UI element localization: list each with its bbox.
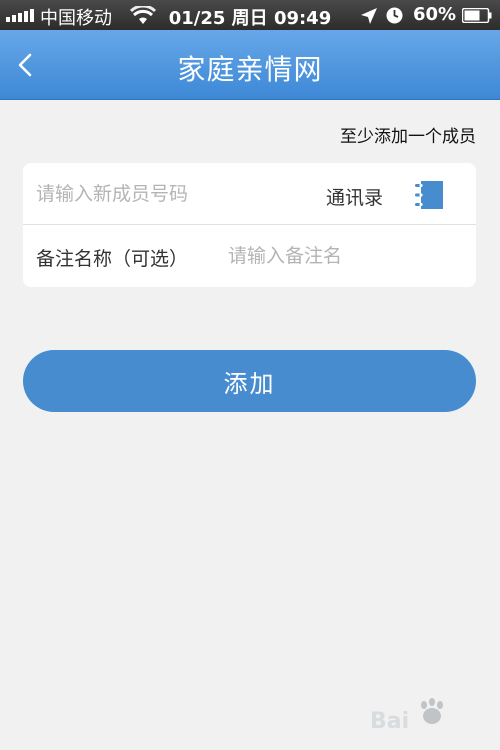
- battery-percentage: 60%: [413, 4, 457, 25]
- contact-book-icon[interactable]: [413, 179, 445, 211]
- nav-bar: 家庭亲情网: [0, 30, 500, 100]
- clock-icon: [386, 7, 403, 24]
- battery-icon: [462, 8, 492, 23]
- contacts-button[interactable]: 通讯录: [326, 183, 383, 210]
- status-bar: 中国移动 01/25 周日 09:49 60%: [0, 0, 500, 30]
- member-hint: 至少添加一个成员: [340, 127, 476, 147]
- remark-row: 备注名称（可选）: [23, 225, 476, 287]
- svg-text:Bai: Bai: [370, 709, 409, 734]
- baidu-watermark-logo: Bai: [370, 698, 443, 734]
- phone-number-input[interactable]: [36, 175, 316, 213]
- remark-label: 备注名称（可选）: [36, 248, 189, 270]
- remark-name-input[interactable]: [228, 237, 458, 275]
- page-title: 家庭亲情网: [177, 53, 323, 86]
- add-member-button[interactable]: 添加: [23, 350, 476, 412]
- member-form-card: 通讯录 备注名称（可选）: [23, 163, 476, 287]
- location-arrow-icon: [361, 8, 377, 24]
- phone-number-row: 通讯录: [23, 163, 476, 225]
